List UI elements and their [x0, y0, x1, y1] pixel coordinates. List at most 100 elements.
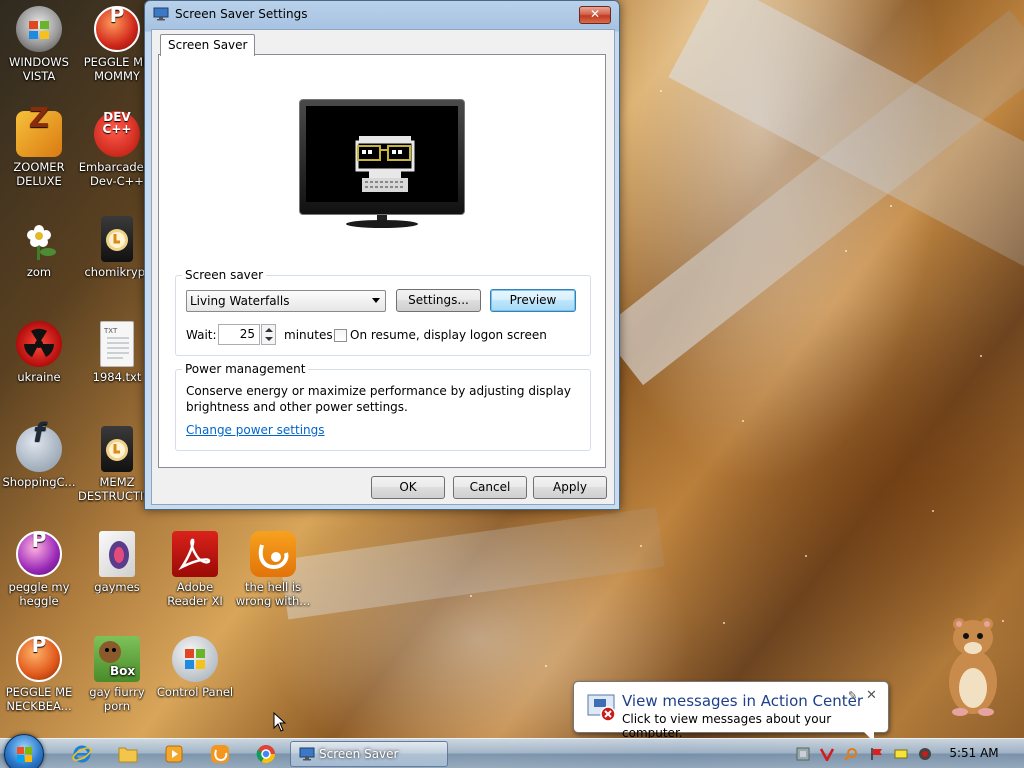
dialog-client-area: Screen Saver Screen saver Living Waterfa… [151, 29, 615, 505]
desktop-icon-zoomer-deluxe[interactable]: Z ZOOMER DELUXE [0, 104, 78, 189]
desktop-icon-adobe-reader[interactable]: Adobe Reader XI [156, 531, 234, 608]
display-settings-icon [153, 7, 169, 21]
desktop-icon-gaymes[interactable]: gaymes [78, 531, 156, 594]
devcpp-icon: DEV C++ [94, 111, 140, 157]
wallpaper-sparkle [932, 510, 934, 512]
monitor-stand [346, 215, 418, 228]
desktop-icon-label: PEGGLE ME NECKBEA... [5, 685, 73, 713]
power-description-line2: brightness and other power settings. [186, 400, 408, 414]
games-folder-icon [99, 531, 135, 577]
taskbar-task-screen-saver-settings[interactable]: Screen Saver Settings [290, 741, 448, 767]
apply-button[interactable]: Apply [533, 476, 607, 499]
wallpaper-sparkle [723, 622, 725, 624]
antivirus-tray-icon[interactable] [820, 747, 834, 761]
desktop-icon-peggle-my-heggle[interactable]: P peggle my heggle [0, 530, 78, 608]
hamster-gadget[interactable] [940, 612, 1006, 718]
screen-saver-preview-monitor [299, 99, 465, 215]
wallpaper-sparkle [470, 595, 472, 597]
power-management-group: Power management Conserve energy or maxi… [175, 362, 591, 451]
file-explorer-icon [118, 747, 138, 763]
adobe-reader-icon [172, 531, 218, 577]
spin-down-icon[interactable] [265, 337, 273, 341]
network-tray-icon[interactable] [796, 747, 810, 761]
close-icon: ✕ [589, 7, 601, 21]
screen-saver-group: Screen saver Living Waterfalls Settings.… [175, 268, 591, 356]
search-tray-icon[interactable] [844, 747, 858, 761]
close-button[interactable]: ✕ [579, 6, 611, 24]
taskbar-pin-chrome[interactable] [250, 742, 282, 766]
taskbar-pin-media-player[interactable] [158, 742, 190, 766]
desktop-icon-label: ZOOMER DELUXE [13, 160, 65, 188]
dialog-titlebar[interactable]: Screen Saver Settings ✕ [145, 1, 619, 29]
resume-logon-label[interactable]: On resume, display logon screen [350, 328, 547, 342]
desktop-icon-ukraine[interactable]: ukraine [0, 321, 78, 384]
chrome-icon [256, 745, 275, 764]
action-center-flag-icon[interactable] [870, 747, 884, 761]
control-panel-icon [172, 636, 218, 682]
wallpaper-sparkle [660, 90, 662, 92]
screen-saver-settings-dialog: Screen Saver Settings ✕ Screen Saver Scr… [144, 0, 620, 510]
desktop-icon-zom[interactable]: zom [0, 216, 78, 279]
desktop-icon-gay-fiurry[interactable]: Box gay fiurry porn [78, 636, 156, 713]
pin-icon[interactable]: ✎ [848, 689, 857, 702]
wait-minutes-input[interactable]: 25 [218, 324, 260, 345]
devcpp-icon-text: DEV C++ [102, 110, 132, 136]
desktop-icon-label: ShoppingC... [2, 475, 76, 489]
taskbar-pin-internet-explorer[interactable] [66, 742, 98, 766]
taskbar-task-label: Screen Saver Settings [319, 747, 399, 761]
desktop-icon-shopping[interactable]: f ShoppingC... [0, 420, 78, 489]
desktop-icon-control-panel[interactable]: Control Panel [156, 636, 234, 699]
ok-button[interactable]: OK [371, 476, 445, 499]
vista-orb-icon [16, 6, 62, 52]
zoomer-icon: Z [16, 104, 62, 157]
resume-logon-checkbox[interactable] [334, 329, 347, 342]
tab-screen-saver[interactable]: Screen Saver [160, 34, 256, 56]
balloon-message: Click to view messages about your comput… [622, 712, 832, 740]
preview-button[interactable]: Preview [490, 289, 576, 312]
action-center-balloon[interactable]: View messages in Action Center Click to … [573, 681, 889, 742]
hamster-icon [949, 618, 997, 716]
taskbar-pin-uc-browser[interactable] [204, 742, 236, 766]
power-tray-icon[interactable] [894, 747, 908, 761]
action-center-flag-icon [587, 694, 616, 722]
taskbar-pin-file-explorer[interactable] [112, 742, 144, 766]
mouse-cursor-icon [273, 712, 287, 732]
box-app-icon: Box [94, 636, 140, 682]
media-player-icon [165, 745, 183, 763]
taskbar: Screen Saver Settings 5:51 AM [0, 734, 1024, 768]
uc-browser-icon [250, 531, 296, 577]
flower-icon [16, 216, 62, 262]
change-power-settings-link[interactable]: Change power settings [186, 423, 325, 437]
windows-logo-icon [17, 747, 32, 762]
volume-tray-icon[interactable] [918, 747, 932, 761]
start-button[interactable] [4, 734, 44, 768]
screen-saver-legend: Screen saver [182, 268, 267, 282]
settings-button[interactable]: Settings... [396, 289, 481, 312]
taskbar-clock[interactable]: 5:51 AM [944, 746, 1004, 760]
desktop-icon-label: WINDOWS VISTA [9, 55, 69, 83]
tab-panel: Screen saver Living Waterfalls Settings.… [158, 54, 606, 468]
nerd-computer-icon [355, 136, 415, 192]
chevron-down-icon [372, 298, 380, 303]
preview-screen [306, 106, 458, 202]
cancel-button[interactable]: Cancel [453, 476, 527, 499]
wait-minutes-stepper[interactable] [261, 324, 276, 345]
screen-saver-select[interactable]: Living Waterfalls [186, 290, 386, 312]
wallpaper-sparkle [845, 250, 847, 252]
desktop-icon-label: Adobe Reader XI [167, 580, 223, 608]
balloon-close-icon[interactable]: ✕ [866, 688, 877, 703]
power-management-legend: Power management [182, 362, 309, 376]
spin-up-icon[interactable] [265, 328, 273, 332]
internet-explorer-icon [72, 745, 92, 763]
peggle-icon: P [94, 5, 140, 52]
wallpaper-sparkle [742, 420, 744, 422]
screen-saver-selected-value: Living Waterfalls [190, 294, 290, 308]
desktop-icon-uc-browser[interactable]: the hell is wrong with... [234, 531, 312, 608]
flash-icon: f [16, 420, 62, 472]
dialog-title: Screen Saver Settings [175, 7, 308, 21]
wallpaper-sparkle [980, 355, 982, 357]
wallpaper-sparkle [545, 665, 547, 667]
power-description-line1: Conserve energy or maximize performance … [186, 384, 571, 398]
desktop-icon-windows-vista[interactable]: WINDOWS VISTA [0, 6, 78, 83]
desktop-icon-peggle-me-neckbeard[interactable]: P PEGGLE ME NECKBEA... [0, 635, 78, 713]
